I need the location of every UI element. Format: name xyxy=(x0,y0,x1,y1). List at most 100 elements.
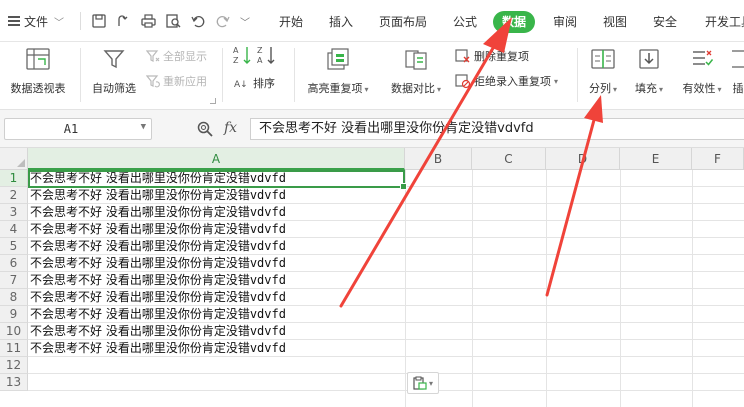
row-header[interactable]: 5 xyxy=(0,238,28,255)
cell-text: 不会思考不好 没看出哪里没你份肯定没错 xyxy=(30,222,250,236)
caret-down-icon: ▾ xyxy=(364,85,369,94)
select-all-corner[interactable] xyxy=(0,148,28,170)
auto-filter-button[interactable]: 自动筛选 xyxy=(88,46,140,96)
reapply-button[interactable]: 重新应用 xyxy=(146,72,207,90)
row-header[interactable]: 9 xyxy=(0,306,28,323)
cell-a[interactable]: 不会思考不好 没看出哪里没你份肯定没错vdvfd xyxy=(30,221,286,238)
cell-a[interactable]: 不会思考不好 没看出哪里没你份肯定没错vdvfd xyxy=(30,238,286,255)
save-icon[interactable] xyxy=(90,12,108,30)
tab-formula[interactable]: 公式 xyxy=(453,12,477,32)
row-header[interactable]: 10 xyxy=(0,323,28,340)
tab-data[interactable]: 数据 xyxy=(493,11,536,33)
tab-start[interactable]: 开始 xyxy=(279,12,303,32)
insert-dropdown-icon xyxy=(732,46,744,72)
dialog-launcher-icon[interactable] xyxy=(210,98,216,104)
redo-icon[interactable] xyxy=(214,12,232,30)
print-icon[interactable] xyxy=(139,12,157,30)
cell-text: 不会思考不好 没看出哪里没你份肯定没错 xyxy=(30,188,250,202)
cell-text: 不会思考不好 没看出哪里没你份肯定没错 xyxy=(30,341,250,355)
highlight-duplicates-icon xyxy=(325,46,351,72)
undo-icon[interactable] xyxy=(189,12,207,30)
data-compare-button[interactable]: 数据对比 ▾ xyxy=(383,46,449,96)
cell-a[interactable]: 不会思考不好 没看出哪里没你份肯定没错vdvfd xyxy=(30,187,286,204)
column-header-d[interactable]: D xyxy=(546,148,620,170)
remove-duplicates-button[interactable]: 删除重复项 xyxy=(455,47,529,65)
zoom-lookup-icon[interactable] xyxy=(197,121,213,137)
column-header-c[interactable]: C xyxy=(472,148,546,170)
highlight-duplicates-label: 高亮重复项 xyxy=(307,82,363,95)
validity-label: 有效性 xyxy=(682,82,716,95)
highlight-duplicates-button[interactable]: 高亮重复项 ▾ xyxy=(300,46,376,96)
file-menu-button[interactable]: 文件 ﹀ xyxy=(8,11,64,31)
cell-text-suffix: vdvfd xyxy=(249,239,286,253)
cell-a[interactable]: 不会思考不好 没看出哪里没你份肯定没错vdvfd xyxy=(30,323,286,340)
cell-a[interactable]: 不会思考不好 没看出哪里没你份肯定没错vdvfd xyxy=(30,272,286,289)
convert-icon[interactable] xyxy=(114,12,132,30)
row-header[interactable]: 6 xyxy=(0,255,28,272)
reject-duplicates-button[interactable]: 拒绝录入重复项 ▾ xyxy=(455,72,558,90)
reject-duplicates-icon xyxy=(455,73,471,88)
sort-icon: A↓ xyxy=(234,80,248,90)
row-header[interactable]: 11 xyxy=(0,340,28,357)
print-preview-icon[interactable] xyxy=(164,12,182,30)
name-box[interactable]: A1 ▼ xyxy=(4,118,152,140)
sort-options-button[interactable]: A↓ 排序 xyxy=(234,74,275,92)
chevron-down-icon: ﹀ xyxy=(54,17,65,29)
column-header-f[interactable]: F xyxy=(692,148,744,170)
paste-options-button[interactable]: ▾ xyxy=(407,372,439,394)
cell-a[interactable]: 不会思考不好 没看出哪里没你份肯定没错vdvfd xyxy=(30,306,286,323)
cell-text-suffix: vdvfd xyxy=(249,341,286,355)
cell-text-suffix: vdvfd xyxy=(249,222,286,236)
cell-text-suffix: vdvfd xyxy=(249,205,286,219)
sort-descending-button[interactable]: ZA xyxy=(256,46,280,65)
divider xyxy=(222,48,223,102)
row-header[interactable]: 1 xyxy=(0,170,28,187)
more-chevron-icon[interactable]: ﹀ xyxy=(236,12,254,30)
tab-insert[interactable]: 插入 xyxy=(329,12,353,32)
row-header[interactable]: 12 xyxy=(0,357,28,374)
row-header[interactable]: 4 xyxy=(0,221,28,238)
column-header-b[interactable]: B xyxy=(405,148,472,170)
gridline xyxy=(546,170,547,407)
pivot-table-button[interactable]: 数据透视表 xyxy=(6,46,70,96)
sort-ascending-button[interactable]: AZ xyxy=(232,46,254,65)
validity-button[interactable]: 有效性 ▾ xyxy=(676,46,728,96)
active-cell-a1[interactable] xyxy=(28,170,407,190)
insert-dropdown-button[interactable]: 插 xyxy=(732,46,744,96)
show-all-button[interactable]: 全部显示 xyxy=(146,47,207,65)
spreadsheet-grid[interactable]: A B C D E F 1 不会思考不好 没看出哪里没你份肯定没错vdvfd 2 不会… xyxy=(0,148,744,407)
tab-review[interactable]: 审阅 xyxy=(553,12,577,32)
fill-button[interactable]: 填充 ▾ xyxy=(630,46,668,96)
cell-a[interactable]: 不会思考不好 没看出哪里没你份肯定没错vdvfd xyxy=(30,204,286,221)
divider xyxy=(294,48,295,102)
ribbon-data: 数据透视表 自动筛选 全部显示 重新应用 AZ ZA A↓ 排序 高亮重复项▾ xyxy=(0,42,744,110)
chevron-down-icon[interactable]: ▼ xyxy=(141,122,146,132)
caret-down-icon: ▾ xyxy=(717,85,722,94)
row-header[interactable]: 8 xyxy=(0,289,28,306)
data-compare-icon xyxy=(403,46,429,72)
row-header[interactable]: 2 xyxy=(0,187,28,204)
cell-text: 不会思考不好 没看出哪里没你份肯定没错 xyxy=(30,273,250,287)
tab-security[interactable]: 安全 xyxy=(653,12,677,32)
tab-developer-tools[interactable]: 开发工具 xyxy=(705,12,744,32)
formula-bar: A1 ▼ fx 不会思考不好 没看出哪里没你份肯定没错vdvfd xyxy=(0,110,744,148)
row-header[interactable]: 3 xyxy=(0,204,28,221)
svg-text:Z: Z xyxy=(233,56,239,65)
column-header-a[interactable]: A xyxy=(28,148,405,170)
row-header[interactable]: 7 xyxy=(0,272,28,289)
split-columns-button[interactable]: 分列 ▾ xyxy=(584,46,622,96)
cell-a[interactable]: 不会思考不好 没看出哪里没你份肯定没错vdvfd xyxy=(30,255,286,272)
row-header[interactable]: 13 xyxy=(0,374,28,391)
insert-function-button[interactable]: fx xyxy=(224,120,237,136)
tab-page-layout[interactable]: 页面布局 xyxy=(379,12,427,32)
file-menu-label: 文件 xyxy=(24,14,49,29)
gridline xyxy=(472,170,473,407)
tab-view[interactable]: 视图 xyxy=(603,12,627,32)
formula-input[interactable]: 不会思考不好 没看出哪里没你份肯定没错vdvfd xyxy=(250,118,744,140)
cell-a[interactable]: 不会思考不好 没看出哪里没你份肯定没错vdvfd xyxy=(30,340,286,357)
validity-icon xyxy=(689,46,715,72)
svg-text:A↓: A↓ xyxy=(234,80,248,90)
column-header-e[interactable]: E xyxy=(620,148,692,170)
gridline xyxy=(405,170,406,407)
cell-a[interactable]: 不会思考不好 没看出哪里没你份肯定没错vdvfd xyxy=(30,289,286,306)
